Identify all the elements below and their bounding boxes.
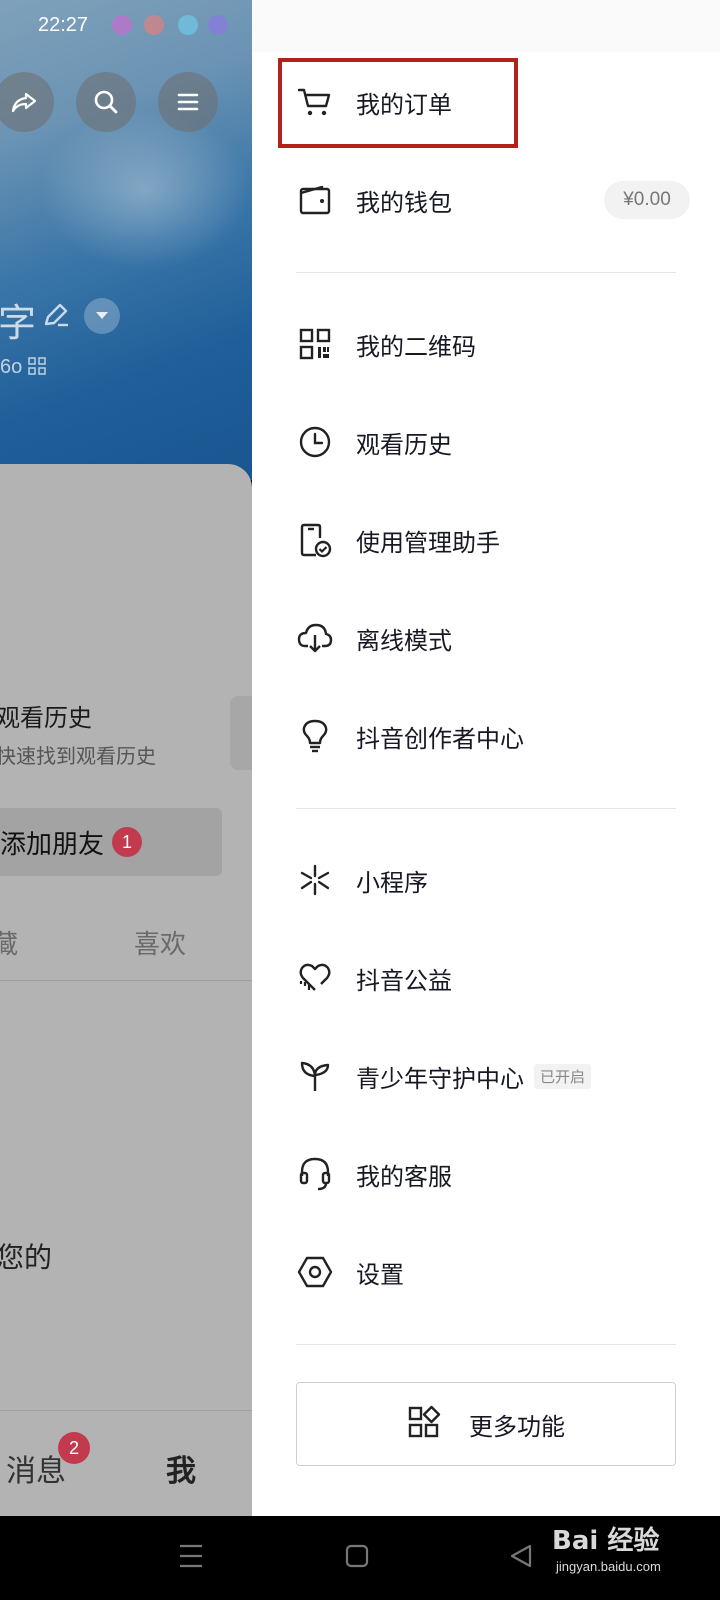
add-friend-label: 添加朋友 (0, 829, 105, 860)
headset-icon (296, 1155, 334, 1193)
add-friend-button[interactable]: 添加朋友 1 (0, 808, 222, 876)
menu-item-offline-mode[interactable]: 离线模式 (296, 608, 452, 668)
settings-hex-icon (296, 1253, 334, 1291)
menu-label: 使用管理助手 (356, 528, 500, 557)
history-card-subtitle: 快速找到观看历史 (0, 744, 156, 768)
sprout-icon (296, 1057, 334, 1095)
notification-icon (144, 15, 164, 35)
menu-item-watch-history[interactable]: 观看历史 (296, 412, 452, 472)
more-features-button[interactable]: 更多功能 (296, 1382, 676, 1466)
menu-label: 抖音创作者中心 (356, 724, 524, 753)
cloud-download-icon (296, 619, 334, 657)
menu-button[interactable] (158, 72, 218, 132)
more-features-label: 更多功能 (469, 1412, 565, 1441)
lightbulb-icon (296, 717, 334, 755)
nav-me[interactable]: 我 (166, 1446, 196, 1490)
mini-program-icon (296, 861, 334, 899)
profile-id: 6o (0, 356, 23, 378)
wallet-balance: ¥0.00 (604, 181, 690, 219)
profile-name: 字 (0, 301, 37, 345)
menu-label: 离线模式 (356, 626, 452, 655)
watermark: Bai 经验 jingyan.baidu.com (552, 1520, 661, 1574)
account-switch-button[interactable] (84, 298, 120, 334)
menu-label: 我的钱包 (356, 188, 452, 217)
recent-apps-icon[interactable] (178, 1542, 204, 1570)
menu-item-my-qr-code[interactable]: 我的二维码 (296, 314, 476, 374)
menu-label: 青少年守护中心 (356, 1064, 524, 1093)
share-icon (11, 92, 37, 113)
menu-item-settings[interactable]: 设置 (296, 1242, 404, 1302)
content-text: 您的 (0, 1241, 53, 1274)
menu-label: 抖音公益 (356, 966, 452, 995)
notification-icon (178, 15, 198, 35)
divider (296, 1344, 676, 1345)
chevron-down-icon (96, 312, 108, 319)
home-icon[interactable] (344, 1542, 370, 1570)
menu-label: 小程序 (356, 868, 428, 897)
status-tag: 已开启 (534, 1063, 592, 1089)
grid-shapes-icon (407, 1405, 441, 1443)
divider (296, 272, 676, 273)
status-bar-time: 22:27 (38, 14, 89, 36)
wallet-icon (296, 181, 334, 219)
menu-item-douyin-charity[interactable]: 抖音公益 (296, 948, 452, 1008)
divider (0, 1410, 252, 1411)
menu-item-customer-service[interactable]: 我的客服 (296, 1144, 452, 1204)
history-card-title: 观看历史 (0, 704, 92, 732)
messages-badge: 2 (58, 1432, 90, 1464)
profile-page-background: 22:27 字 6o 观看历史 快速找到观看历史 添加朋友 1 藏 喜欢 您的 … (0, 0, 252, 1516)
menu-label: 我的二维码 (356, 332, 476, 361)
tab-likes[interactable]: 喜欢 (134, 924, 186, 961)
menu-item-youth-protection[interactable]: 青少年守护中心 已开启 (296, 1046, 592, 1106)
highlight-box (278, 58, 518, 148)
background-blur (40, 110, 250, 270)
profile-content-card (0, 464, 252, 1516)
notification-icon (208, 15, 228, 35)
side-drawer: 我的订单 我的钱包 ¥0.00 我的二维码 观看历史 使用管理助手 离线模式 抖… (252, 0, 720, 1516)
watermark-logo: Bai 经验 (552, 1526, 660, 1556)
tab-collection[interactable]: 藏 (0, 924, 18, 961)
qr-small-icon (28, 357, 46, 375)
charity-heart-icon (296, 959, 334, 997)
profile-header-background (0, 0, 252, 480)
nav-messages[interactable]: 消息 (6, 1446, 66, 1490)
hamburger-icon (177, 93, 199, 111)
search-button[interactable] (76, 72, 136, 132)
phone-check-icon (296, 521, 334, 559)
notification-icon (112, 15, 132, 35)
clock-icon (296, 423, 334, 461)
watermark-url: jingyan.baidu.com (556, 1559, 661, 1574)
divider (296, 808, 676, 809)
pencil-icon[interactable] (40, 300, 72, 330)
status-bar (252, 0, 720, 52)
search-icon (94, 90, 118, 114)
profile-id-row: 6o (0, 356, 46, 379)
menu-label: 设置 (356, 1260, 404, 1289)
side-tab (230, 696, 252, 770)
menu-item-my-wallet[interactable]: 我的钱包 (296, 170, 452, 230)
menu-label: 观看历史 (356, 430, 452, 459)
qr-code-icon (296, 325, 334, 363)
menu-label: 我的客服 (356, 1162, 452, 1191)
menu-item-usage-assistant[interactable]: 使用管理助手 (296, 510, 500, 570)
menu-item-mini-programs[interactable]: 小程序 (296, 850, 428, 910)
divider (0, 980, 252, 981)
add-friend-badge: 1 (112, 827, 143, 857)
menu-item-creator-center[interactable]: 抖音创作者中心 (296, 706, 524, 766)
back-icon[interactable] (508, 1542, 534, 1570)
